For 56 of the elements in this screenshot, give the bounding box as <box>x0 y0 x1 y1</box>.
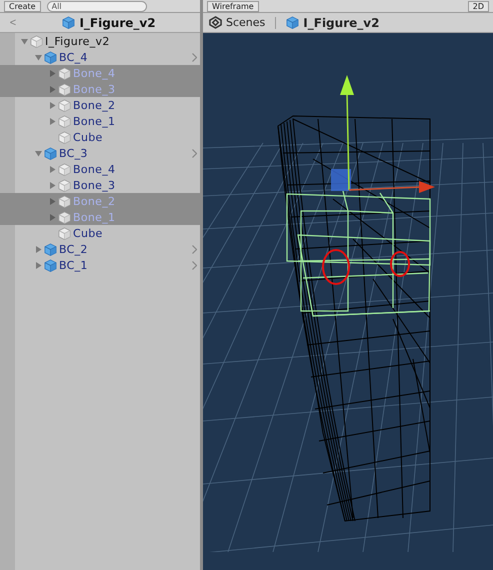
cube-icon <box>58 162 71 176</box>
tree-item[interactable]: BC_4 <box>0 49 200 65</box>
triangle-right-icon[interactable] <box>48 86 56 92</box>
create-button[interactable]: Create <box>4 0 41 12</box>
tree-item[interactable]: Bone_2 <box>0 97 200 113</box>
cube-icon <box>62 16 76 29</box>
shading-mode-dropdown[interactable]: Wireframe <box>207 0 259 12</box>
tree-item[interactable]: BC_2 <box>0 241 200 257</box>
cube-icon <box>44 146 57 160</box>
cube-icon <box>30 34 43 48</box>
tree-item[interactable]: Bone_1 <box>0 113 200 129</box>
unity-logo-icon <box>209 16 222 29</box>
x-axis-arrow-icon[interactable] <box>348 181 435 193</box>
triangle-right-icon[interactable] <box>34 262 42 268</box>
search-field[interactable]: All <box>46 0 147 12</box>
cube-icon <box>58 82 71 96</box>
cube-icon <box>58 226 71 240</box>
cube-icon <box>58 210 71 224</box>
triangle-right-icon[interactable] <box>48 182 56 188</box>
prefab-breadcrumb[interactable]: I_Figure_v2 <box>303 16 380 30</box>
triangle-down-icon[interactable] <box>34 54 42 60</box>
2d-toggle[interactable]: 2D <box>468 0 489 12</box>
tree-item[interactable]: Cube <box>0 129 200 145</box>
tree-item[interactable]: Cube <box>0 225 200 241</box>
triangle-down-icon[interactable] <box>20 38 28 44</box>
chevron-right-icon[interactable] <box>192 53 197 62</box>
cube-icon <box>44 242 57 256</box>
cube-icon <box>286 16 300 29</box>
prefab-title: I_Figure_v2 <box>79 16 156 30</box>
chevron-right-icon[interactable] <box>192 149 197 158</box>
tree-item[interactable]: Bone_3 <box>0 177 200 193</box>
cube-icon <box>44 50 57 64</box>
triangle-right-icon[interactable] <box>48 70 56 76</box>
pivot-square-icon <box>331 169 351 191</box>
annotation-circle <box>390 251 410 277</box>
triangle-right-icon[interactable] <box>48 198 56 204</box>
triangle-right-icon[interactable] <box>48 214 56 220</box>
cube-icon <box>58 98 71 112</box>
scenes-link[interactable]: Scenes <box>226 16 266 29</box>
y-axis-arrow-icon[interactable] <box>340 75 354 190</box>
cube-icon <box>58 178 71 192</box>
tree-item[interactable]: I_Figure_v2 <box>0 33 200 49</box>
tree-item[interactable]: BC_1 <box>0 257 200 273</box>
triangle-right-icon[interactable] <box>34 246 42 252</box>
tree-item[interactable]: Bone_4 <box>0 161 200 177</box>
cube-icon <box>58 66 71 80</box>
cube-icon <box>58 114 71 128</box>
tree-item[interactable]: BC_3 <box>0 145 200 161</box>
cube-icon <box>58 130 71 144</box>
annotation-circle <box>322 249 350 285</box>
triangle-right-icon[interactable] <box>48 118 56 124</box>
cube-icon <box>58 194 71 208</box>
triangle-right-icon[interactable] <box>48 102 56 108</box>
triangle-right-icon[interactable] <box>48 166 56 172</box>
cube-icon <box>44 258 57 272</box>
triangle-down-icon[interactable] <box>34 150 42 156</box>
